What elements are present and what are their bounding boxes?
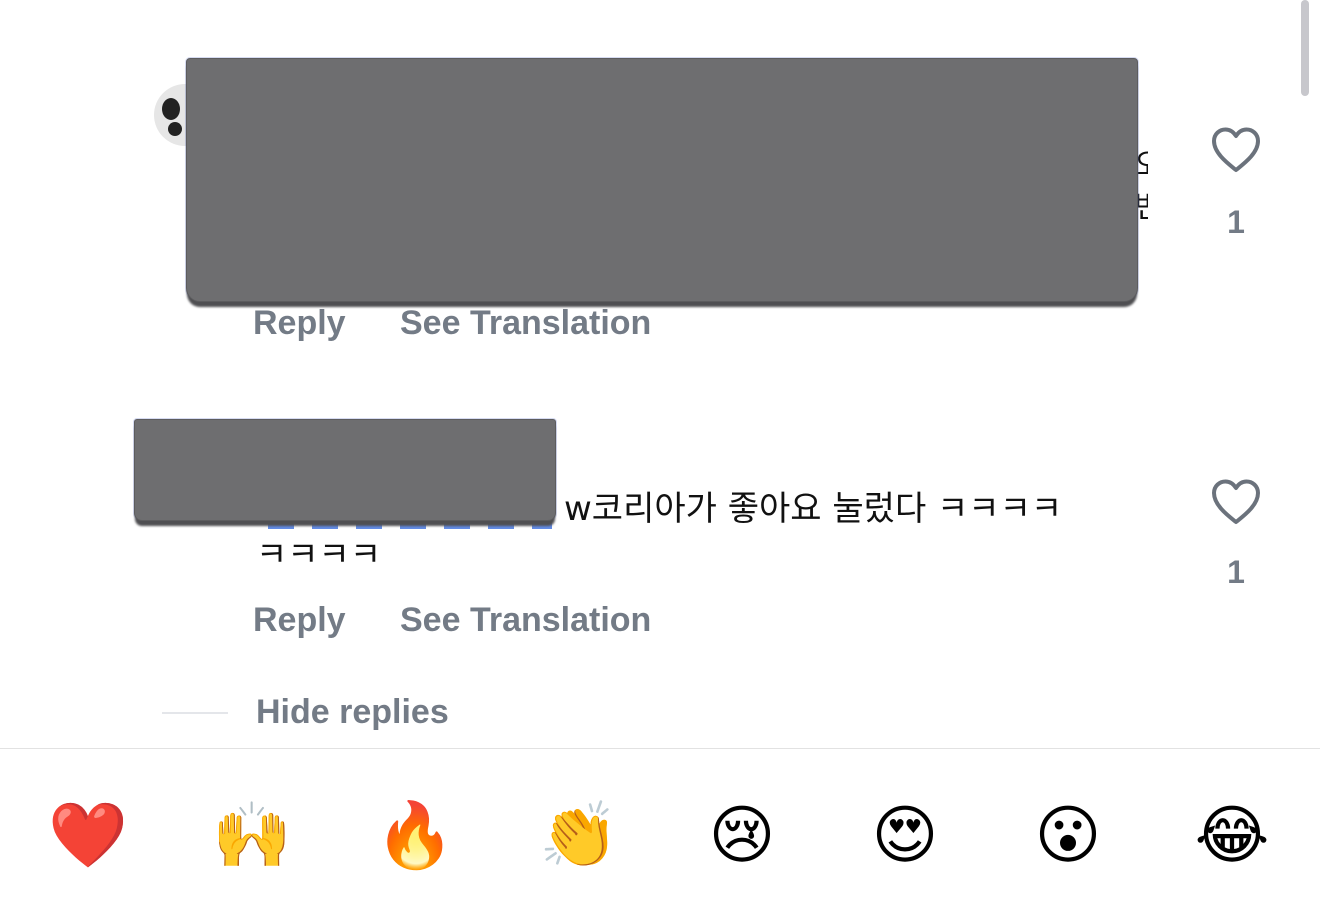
reply-button[interactable]: Reply [253, 601, 346, 640]
crying-face-emoji-button[interactable]: 😢 [700, 790, 784, 882]
hide-replies-line [162, 712, 228, 714]
emoji-reaction-bar: ❤️ 🙌 🔥 👏 😢 😍 😮 😂 [0, 790, 1320, 886]
tears-of-joy-emoji-button[interactable]: 😂 [1190, 790, 1274, 882]
like-button[interactable] [1206, 478, 1266, 526]
heart-eyes-emoji-button[interactable]: 😍 [863, 790, 947, 882]
like-button[interactable] [1206, 126, 1266, 174]
scrollbar[interactable] [1301, 0, 1309, 96]
see-translation-button[interactable]: See Translation [400, 304, 651, 343]
divider [0, 748, 1320, 749]
hide-replies-button[interactable]: Hide replies [256, 693, 449, 732]
like-count: 1 [1227, 554, 1245, 590]
redacted-block [134, 419, 556, 521]
raising-hands-emoji-button[interactable]: 🙌 [210, 790, 294, 882]
clapping-hands-emoji-button[interactable]: 👏 [537, 790, 621, 882]
surprised-face-emoji-button[interactable]: 😮 [1026, 790, 1110, 882]
heart-outline-icon [1212, 127, 1260, 172]
red-heart-emoji-button[interactable]: ❤️ [46, 790, 130, 882]
comment-text-line-1: w코리아가 좋아요 눌렀다 ㅋㅋㅋㅋ [564, 489, 1063, 529]
like-count: 1 [1227, 204, 1245, 240]
fire-emoji-button[interactable]: 🔥 [373, 790, 457, 882]
see-translation-button[interactable]: See Translation [400, 601, 651, 640]
comments-page: 오 변 Reply See Translation 1 w코리아가 좋아요 눌렀… [0, 0, 1320, 921]
comment-text-line-2: ㅋㅋㅋㅋ [256, 535, 382, 575]
reply-button[interactable]: Reply [253, 304, 346, 343]
heart-outline-icon [1212, 479, 1260, 524]
redacted-block [186, 58, 1138, 302]
